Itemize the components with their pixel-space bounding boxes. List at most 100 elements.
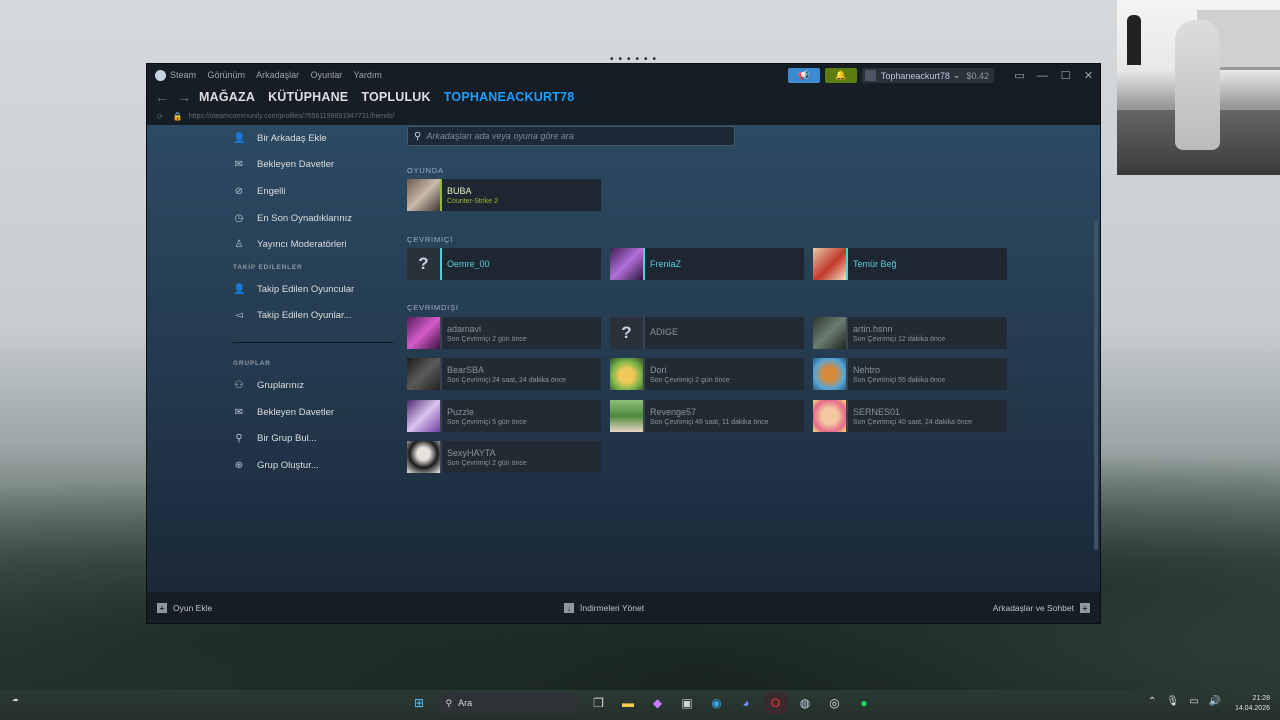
- friend-card[interactable]: Temür Beğ: [813, 248, 1007, 280]
- friend-card[interactable]: BearSBA Son Çevrimiçi 24 saat, 24 dakika …: [407, 358, 601, 390]
- menu-help[interactable]: Yardım: [353, 70, 381, 80]
- menu-view[interactable]: Görünüm: [208, 70, 246, 80]
- clock-time: 21:28: [1252, 695, 1270, 702]
- plus-icon: +: [157, 603, 167, 613]
- microphone-icon[interactable]: 🎙: [1166, 696, 1179, 707]
- followed-user-icon: 👤: [233, 283, 246, 295]
- search-icon: ⚲: [445, 697, 453, 708]
- url-text[interactable]: https://steamcommunity.com/profiles/7656…: [189, 113, 395, 120]
- friends-chat-button[interactable]: Arkadaşlar ve Sohbet +: [993, 603, 1090, 613]
- edge-icon[interactable]: ◉: [706, 692, 728, 714]
- wallet-balance: $0.42: [966, 70, 989, 81]
- scrollbar[interactable]: [1094, 220, 1098, 550]
- menu-steam[interactable]: Steam: [170, 70, 196, 80]
- sidebar-item-create-group[interactable]: ⊕ Grup Oluştur...: [233, 452, 393, 479]
- system-tray: ⌃ 🎙 ▭ 🔊: [1148, 696, 1231, 707]
- sidebar-item-label: Bir Arkadaş Ekle: [257, 132, 327, 144]
- tab-library[interactable]: KÜTÜPHANE: [268, 90, 348, 104]
- friend-card[interactable]: SexyHAYTA Son Çevrimiçi 2 gün önce: [407, 441, 601, 473]
- friend-name: BUBA: [447, 185, 472, 196]
- sidebar-item-your-groups[interactable]: ⚇ Gruplarınız: [233, 372, 393, 399]
- sidebar-item-add-friend[interactable]: 👤 Bir Arkadaş Ekle: [233, 125, 393, 152]
- tab-store[interactable]: MAĞAZA: [199, 90, 255, 104]
- file-explorer-icon[interactable]: ▬: [617, 692, 639, 714]
- opera-icon[interactable]: O: [764, 692, 787, 714]
- friends-sidebar: 👤 Bir Arkadaş Ekle ✉ Bekleyen Davetler ⊘ En…: [233, 125, 393, 479]
- friend-card[interactable]: SERNES01 Son Çevrimiçi 40 saat, 24 dakika…: [813, 400, 1007, 432]
- github-icon[interactable]: ◎: [824, 692, 846, 714]
- friend-name: SexyHAYTA: [447, 447, 496, 458]
- taskbar: ☁ ⊞ ⚲ Ara ❐ ▬ ◆ ▣ ◉ ◕ O ◍ ◎ ● ⌃ 🎙 ▭ 🔊 21:…: [0, 688, 1280, 720]
- friend-avatar: [407, 441, 440, 473]
- sidebar-item-blocked[interactable]: ⊘ Engelli: [233, 178, 393, 205]
- nav-bar: ← → MAĞAZA KÜTÜPHANE TOPLULUK TOPHANEACK…: [147, 86, 1100, 108]
- display-icon[interactable]: ▭: [1189, 696, 1198, 707]
- start-button[interactable]: ⊞: [408, 692, 430, 714]
- chevron-up-icon[interactable]: ⌃: [1148, 696, 1156, 707]
- back-arrow-icon[interactable]: ←: [155, 89, 169, 105]
- sidebar-item-find-group[interactable]: ⚲ Bir Grup Bul...: [233, 425, 393, 452]
- tab-community[interactable]: TOPLULUK: [361, 90, 430, 104]
- refresh-icon[interactable]: ⟳: [157, 113, 163, 121]
- manage-downloads-button[interactable]: ↓ İndirmeleri Yönet: [564, 603, 644, 613]
- friend-card[interactable]: ? Oemre_00: [407, 248, 601, 280]
- weather-widget[interactable]: ☁: [12, 696, 19, 704]
- sidebar-item-group-invites[interactable]: ✉ Bekleyen Davetler: [233, 399, 393, 426]
- friend-card[interactable]: Nehtro Son Çevrimiçi 55 dakika önce: [813, 358, 1007, 390]
- sidebar-item-recently-played[interactable]: ◷ En Son Oynadıklarınız: [233, 205, 393, 232]
- friend-card[interactable]: adamavi Son Çevrimiçi 2 gün önce: [407, 317, 601, 349]
- sidebar-item-followed-players[interactable]: 👤 Takip Edilen Oyuncular: [233, 276, 393, 303]
- discord-icon[interactable]: ◕: [735, 692, 757, 714]
- friend-card[interactable]: FreniaZ: [610, 248, 804, 280]
- friend-card[interactable]: BUBA Counter-Strike 2: [407, 179, 601, 211]
- maximize-icon[interactable]: ☐: [1054, 69, 1077, 82]
- friend-name: Temür Beğ: [853, 259, 897, 269]
- add-game-label: Oyun Ekle: [173, 603, 213, 613]
- sidebar-item-followed-games[interactable]: ◅ Takip Edilen Oyunlar...: [233, 303, 393, 330]
- friend-avatar: [610, 400, 643, 432]
- close-icon[interactable]: ✕: [1077, 69, 1100, 82]
- search-icon: ⚲: [235, 433, 243, 445]
- announcement-button[interactable]: 📢: [787, 68, 820, 83]
- notifications-button[interactable]: 🔔: [824, 68, 857, 83]
- account-menu[interactable]: Tophaneackurt78 ⌄ $0.42: [861, 68, 994, 83]
- add-game-button[interactable]: + Oyun Ekle: [157, 603, 212, 613]
- menu-games[interactable]: Oyunlar: [311, 70, 343, 80]
- friend-name: SERNES01: [853, 406, 901, 417]
- friend-status: Son Çevrimiçi 12 dakika önce: [853, 335, 946, 343]
- friend-status: Counter-Strike 2: [447, 197, 498, 205]
- big-picture-icon[interactable]: ▭: [1008, 69, 1031, 82]
- bell-icon: 🔔: [835, 70, 847, 80]
- friend-card[interactable]: ? ADIGE: [610, 317, 804, 349]
- friend-name: adamavi: [447, 323, 482, 334]
- taskbar-search[interactable]: ⚲ Ara: [437, 692, 580, 714]
- spotify-icon[interactable]: ●: [853, 692, 875, 714]
- friend-avatar: [610, 358, 643, 390]
- friend-card[interactable]: Puzzle Son Çevrimiçi 5 gün önce: [407, 400, 601, 432]
- friend-card[interactable]: artin.hsnn Son Çevrimiçi 12 dakika önce: [813, 317, 1007, 349]
- volume-icon[interactable]: 🔊: [1209, 696, 1221, 707]
- copilot-icon[interactable]: ◆: [647, 692, 669, 714]
- store-icon[interactable]: ▣: [676, 692, 698, 714]
- chevron-down-icon: ⌄: [952, 70, 961, 80]
- friend-avatar: [610, 248, 643, 280]
- steam-window: Steam Görünüm Arkadaşlar Oyunlar Yardım …: [146, 63, 1101, 624]
- sidebar-item-label: Engelli: [257, 185, 286, 197]
- task-view-icon[interactable]: ❐: [588, 692, 610, 714]
- friends-search-input[interactable]: ⚲ Arkadaşları ada veya oyuna göre ara: [407, 126, 735, 146]
- steam-icon[interactable]: ◍: [794, 692, 816, 714]
- sidebar-item-pending-invites[interactable]: ✉ Bekleyen Davetler: [233, 152, 393, 179]
- tab-profile[interactable]: TOPHANEACKURT78: [444, 90, 575, 104]
- friend-avatar: [813, 358, 846, 390]
- sidebar-item-streamer-moderators[interactable]: ♙ Yayıncı Moderatörleri: [233, 231, 393, 258]
- minimize-icon[interactable]: —: [1031, 70, 1054, 82]
- friend-card[interactable]: Revenge57 Son Çevrimiçi 46 saat, 11 dakik…: [610, 400, 804, 432]
- friends-page: 👤 Bir Arkadaş Ekle ✉ Bekleyen Davetler ⊘ En…: [147, 125, 1100, 592]
- menu-friends[interactable]: Arkadaşlar: [256, 70, 299, 80]
- forward-arrow-icon[interactable]: →: [177, 89, 191, 105]
- friend-name: Oemre_00: [447, 259, 490, 269]
- friend-avatar: [407, 400, 440, 432]
- cloud-icon: ☁: [12, 696, 19, 703]
- friend-card[interactable]: Dori Son Çevrimiçi 2 gün önce: [610, 358, 804, 390]
- clock[interactable]: 21:28 14.04.2026: [1230, 694, 1270, 714]
